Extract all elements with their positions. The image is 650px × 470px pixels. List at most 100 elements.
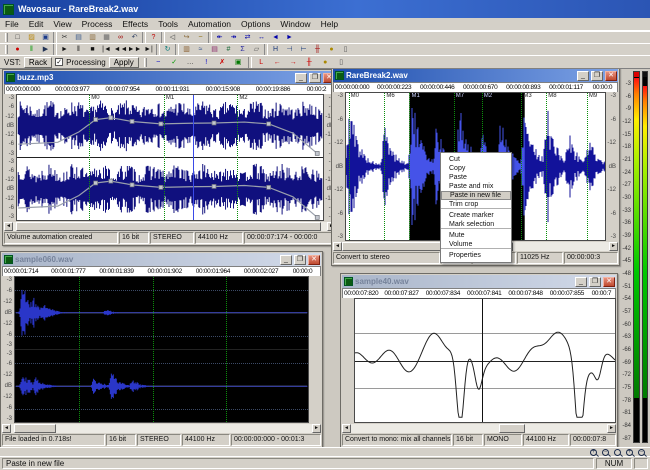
zoom-in-h-icon[interactable]: ↠ — [227, 32, 240, 43]
routing-icon[interactable]: ↪ — [180, 32, 193, 43]
processing-checkbox[interactable]: ✓ — [55, 58, 63, 66]
zoom-out-h-icon[interactable]: ↞ — [213, 32, 226, 43]
time-ruler[interactable]: 00:00:00:00000:00:00:22300:00:00:44600:0… — [333, 82, 618, 92]
add-marker-icon[interactable]: H — [269, 44, 282, 55]
buzz-waveform[interactable]: M0M1M2 — [16, 94, 324, 221]
spectrum-icon[interactable]: # — [222, 44, 235, 55]
sample060-waveform[interactable] — [14, 276, 309, 423]
goto-end-icon[interactable]: ►| — [142, 44, 155, 55]
statistics-icon[interactable]: ≈ — [194, 44, 207, 55]
menu-item[interactable]: View — [48, 19, 76, 29]
pause-icon[interactable]: ‖ — [72, 44, 85, 55]
menu-item-paste-and-mix[interactable]: Paste and mix — [441, 182, 511, 191]
toolbar-icon[interactable] — [264, 44, 268, 55]
zoom-selection-icon[interactable]: ⇄ — [241, 32, 254, 43]
convert-icon[interactable]: ▤ — [208, 44, 221, 55]
undo-icon[interactable]: ↶ — [128, 32, 141, 43]
sum-icon[interactable]: Σ — [236, 44, 249, 55]
menu-item-paste[interactable]: Paste — [441, 173, 511, 182]
scrollbar-thumb[interactable] — [499, 424, 525, 433]
toolbar-icon[interactable] — [53, 44, 57, 55]
pause-record-icon[interactable]: ‖ — [25, 44, 38, 55]
toolbar-grip[interactable] — [5, 45, 8, 54]
toolbar-icon[interactable] — [175, 44, 179, 55]
scroll-right-icon[interactable]: ► — [312, 424, 321, 433]
title-bar[interactable]: Wavosaur - RareBreak2.wav — [0, 0, 650, 18]
goto-prev-marker-icon[interactable]: ← — [271, 57, 284, 68]
scroll-right-icon[interactable]: ► — [609, 242, 618, 251]
time-ruler[interactable]: 00:00:00:00000:00:03:97700:00:07:95400:0… — [4, 84, 336, 94]
lock2-icon[interactable]: ● — [319, 57, 332, 68]
lock-icon[interactable]: ● — [325, 44, 338, 55]
scroll-left-icon[interactable]: ◄ — [342, 424, 351, 433]
copy-icon[interactable]: ▤ — [72, 32, 85, 43]
play-from-cursor-icon[interactable]: ▶ — [39, 44, 52, 55]
menu-item-mute[interactable]: Mute — [441, 231, 511, 240]
go-left-icon[interactable]: ◄ — [269, 32, 282, 43]
menu-item-copy[interactable]: Copy — [441, 164, 511, 173]
toolbar-icon[interactable] — [156, 44, 160, 55]
delete-icon[interactable]: ▯ — [339, 44, 352, 55]
menu-item[interactable]: Tools — [153, 19, 183, 29]
close-button[interactable]: ✕ — [605, 71, 617, 81]
goto-start-icon[interactable]: |◄ — [100, 44, 113, 55]
minimize-button[interactable]: _ — [577, 71, 589, 81]
time-ruler[interactable]: 00:00:07:82000:00:07:82700:00:07:83400:0… — [342, 288, 616, 298]
new-file-icon[interactable]: □ — [11, 32, 24, 43]
record-icon[interactable]: ● — [11, 44, 24, 55]
menu-item[interactable]: Process — [77, 19, 118, 29]
auto-marker-icon[interactable]: ╫ — [311, 44, 324, 55]
horizontal-scrollbar[interactable]: ◄ ► — [2, 424, 321, 433]
time-ruler[interactable]: 00:00:01:71400:00:01:77700:00:01:83900:0… — [2, 266, 321, 276]
zoom-vertical-out-icon[interactable]: − — [638, 449, 645, 456]
menu-item[interactable]: Options — [236, 19, 275, 29]
menu-item-volume[interactable]: Volume — [441, 240, 511, 249]
cut-icon[interactable]: ✂ — [58, 32, 71, 43]
loop-playback-icon[interactable]: ↻ — [161, 44, 174, 55]
menu-item[interactable]: Edit — [24, 19, 49, 29]
loop-region-icon[interactable]: ∞ — [114, 32, 127, 43]
menu-item[interactable]: Effects — [117, 19, 153, 29]
toolbar-grip[interactable] — [5, 33, 8, 42]
paste-mix-icon[interactable]: ▥ — [180, 44, 193, 55]
link-icon[interactable]: ~ — [194, 32, 207, 43]
next-marker-icon[interactable]: ⊢ — [297, 44, 310, 55]
save-icon[interactable]: ▣ — [39, 32, 52, 43]
scroll-left-icon[interactable]: ◄ — [2, 424, 11, 433]
go-right-icon[interactable]: ► — [283, 32, 296, 43]
vst-play-icon[interactable]: ▣ — [232, 57, 245, 68]
scrollbar-thumb[interactable] — [16, 222, 321, 231]
sample40-waveform[interactable] — [354, 298, 616, 423]
menu-item-properties[interactable]: Properties — [441, 251, 511, 260]
vst-bypass-icon[interactable]: … — [184, 57, 197, 68]
close-button[interactable]: ✕ — [308, 255, 320, 265]
menu-item-trim-crop[interactable]: Trim crop — [441, 200, 511, 209]
toolbar-grip[interactable] — [144, 58, 147, 67]
minimize-button[interactable]: _ — [280, 255, 292, 265]
zoom-in-icon[interactable]: + — [590, 449, 597, 456]
vst-remove-icon[interactable]: ✗ — [216, 57, 229, 68]
vst-automation-icon[interactable]: ~ — [152, 57, 165, 68]
scroll-right-icon[interactable]: ► — [607, 424, 616, 433]
toolbar-icon[interactable] — [142, 32, 146, 43]
loop-point-icon[interactable]: L — [255, 57, 268, 68]
minimize-button[interactable]: _ — [295, 73, 307, 83]
open-file-icon[interactable]: ▨ — [25, 32, 38, 43]
toolbar-icon[interactable] — [53, 32, 57, 43]
horizontal-scrollbar[interactable]: ◄ ► — [342, 424, 616, 433]
menu-item-paste-in-new-file[interactable]: Paste in new file — [441, 191, 511, 200]
vst-apply-button[interactable]: Apply — [109, 57, 139, 68]
zoom-out-icon[interactable]: − — [602, 449, 609, 456]
goto-next-marker-icon[interactable]: → — [287, 57, 300, 68]
rarebreak2-title-bar[interactable]: RareBreak2.wav _ ❐ ✕ — [333, 69, 618, 82]
menu-item[interactable]: Help — [316, 19, 343, 29]
restore-button[interactable]: ❐ — [589, 277, 601, 287]
pencil-icon[interactable]: ▱ — [250, 44, 263, 55]
close-button[interactable]: ✕ — [603, 277, 615, 287]
play-icon[interactable]: ► — [58, 44, 71, 55]
menu-item[interactable]: File — [0, 19, 24, 29]
menu-item[interactable]: Window — [275, 19, 315, 29]
vst-rack-button[interactable]: Rack — [24, 57, 52, 68]
toolbar-icon[interactable] — [208, 32, 212, 43]
zoom-vertical-in-icon[interactable]: + — [626, 449, 633, 456]
